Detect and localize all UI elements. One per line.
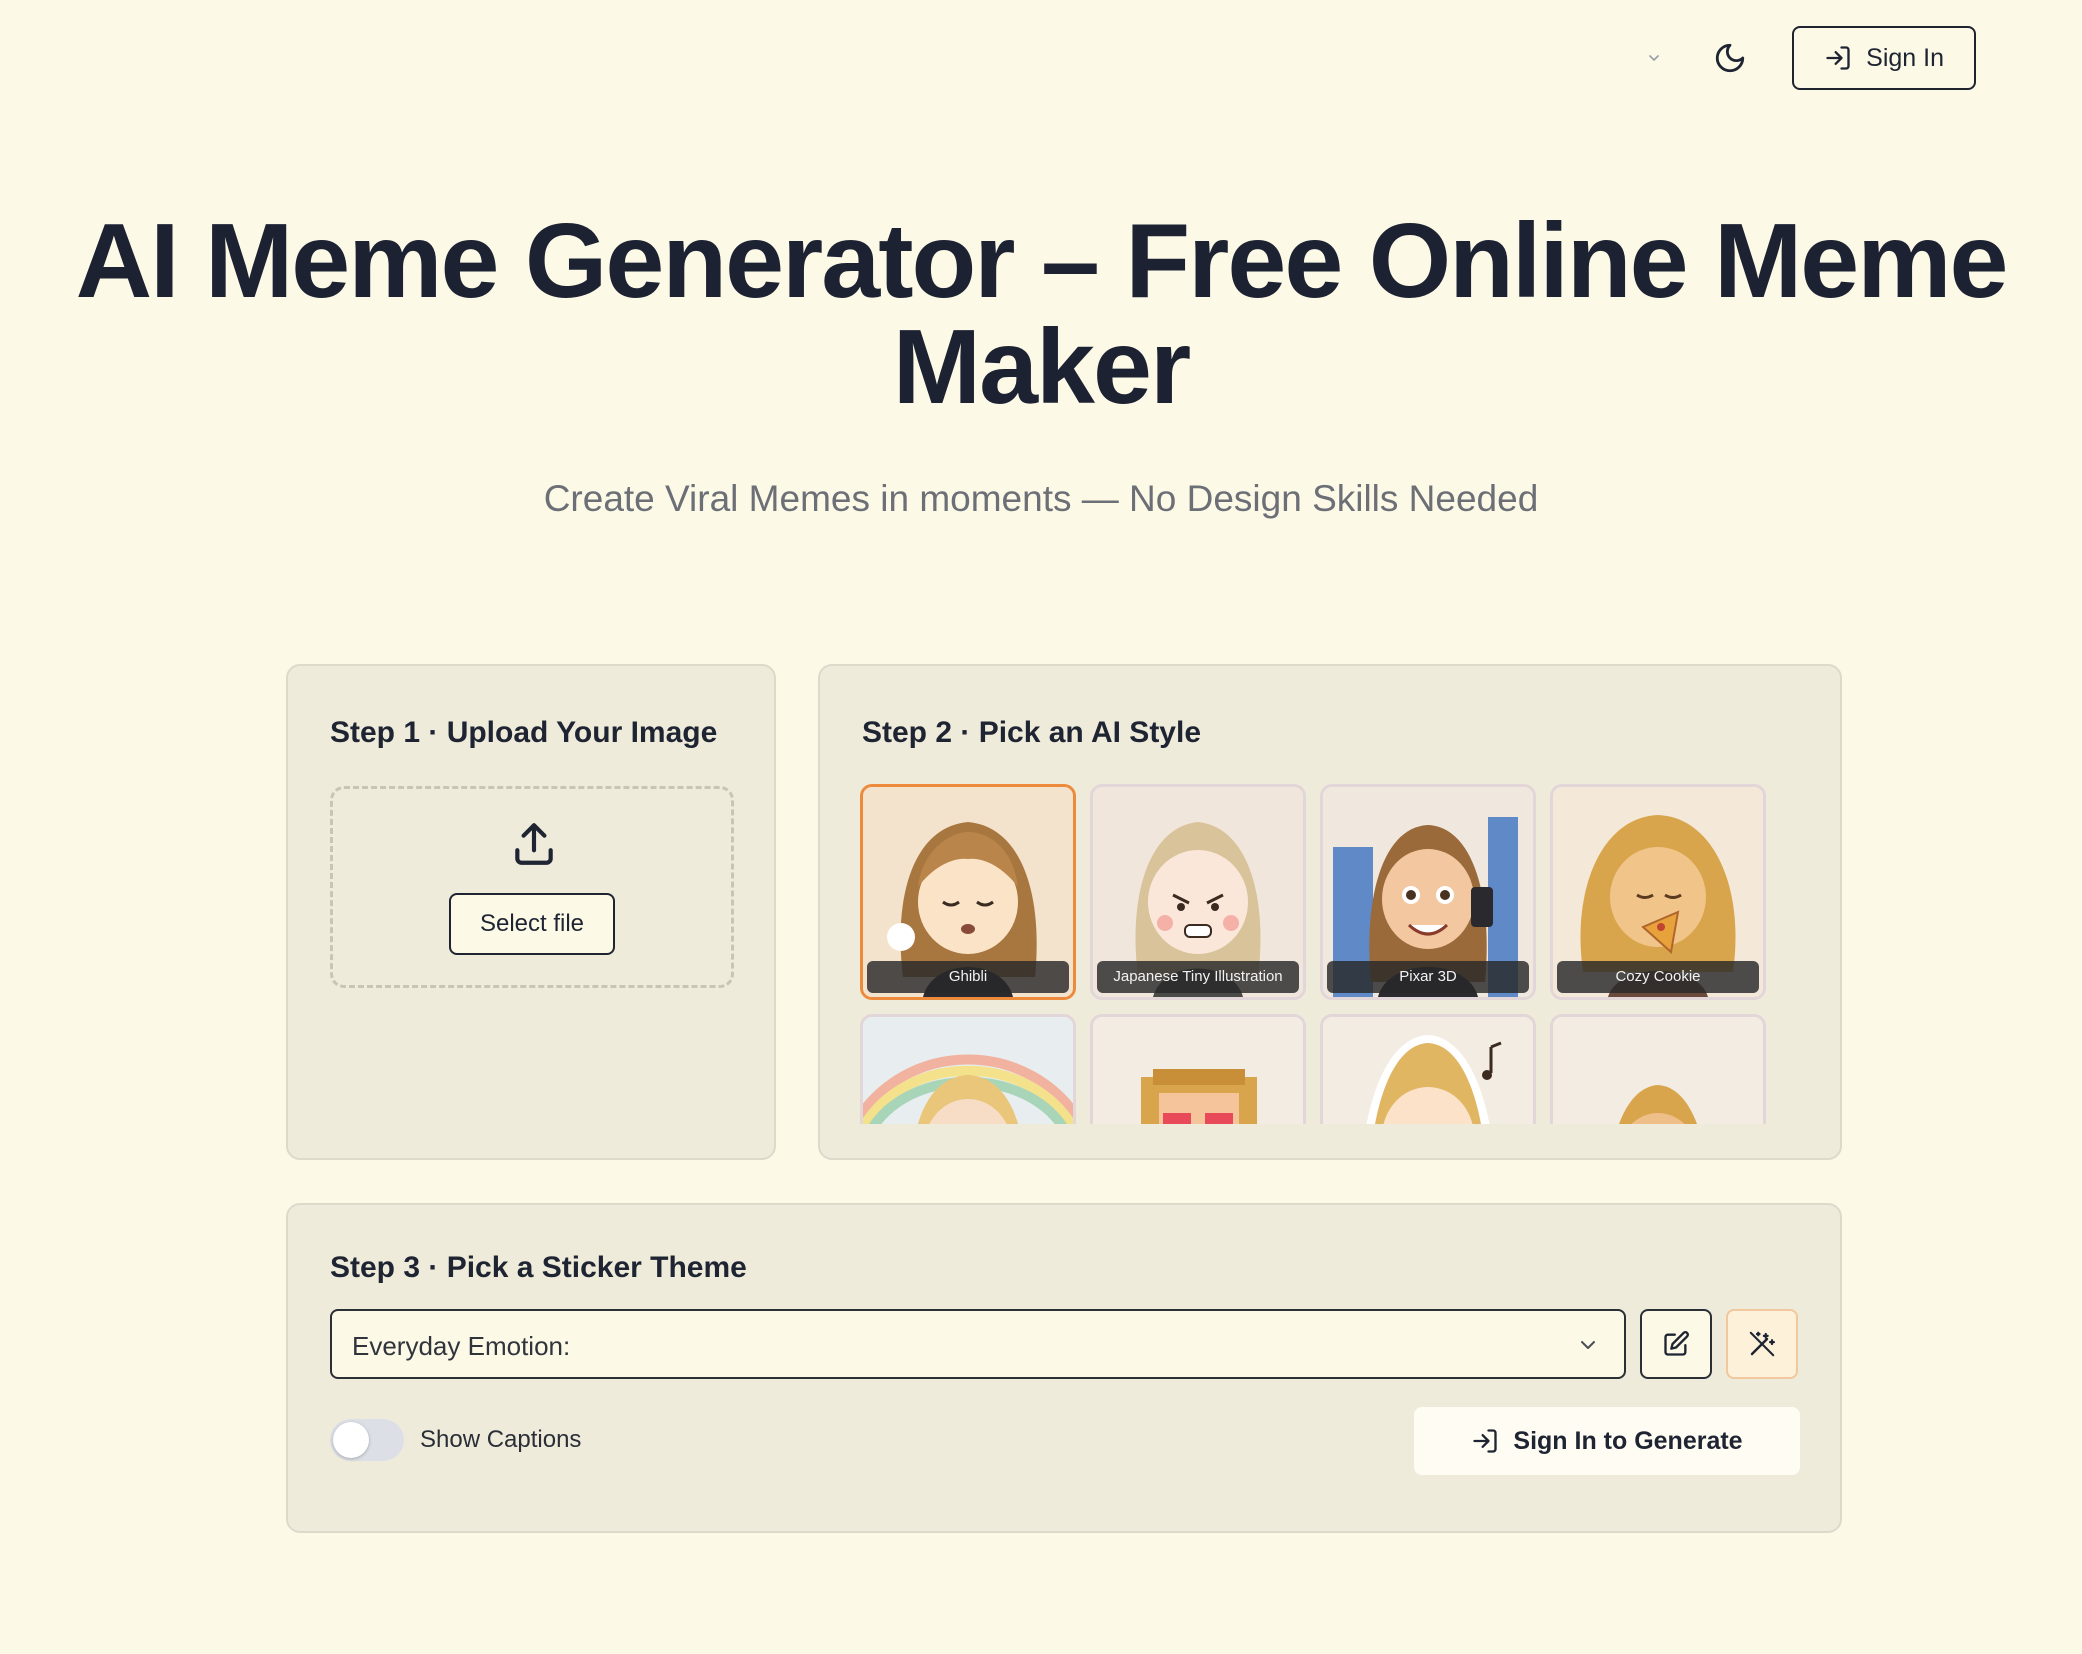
show-captions-label: Show Captions <box>420 1426 582 1453</box>
chevron-down-icon <box>1649 55 1659 61</box>
log-in-icon <box>1826 46 1850 70</box>
style-tile-5[interactable] <box>860 1014 1076 1124</box>
top-bar: Sign In <box>1640 26 1976 90</box>
magic-wand-icon <box>1749 1331 1775 1357</box>
sign-in-to-generate-button[interactable]: Sign In to Generate <box>1414 1407 1800 1475</box>
style-tile-7[interactable] <box>1320 1014 1536 1124</box>
moon-icon <box>1715 43 1745 73</box>
step1-card: Step 1 · Upload Your Image Select file <box>286 664 776 1160</box>
sticker-theme-select[interactable]: Everyday Emotion: <box>330 1309 1626 1379</box>
clay-style-thumbnail <box>1553 1017 1763 1124</box>
show-captions-toggle[interactable] <box>330 1419 404 1461</box>
style-tile-cozy-cookie[interactable]: Cozy Cookie <box>1550 784 1766 1000</box>
magic-wand-button[interactable] <box>1726 1309 1798 1379</box>
sticker-theme-value: Everyday Emotion: <box>352 1331 571 1361</box>
style-tile-ghibli[interactable]: Ghibli <box>860 784 1076 1000</box>
step2-title: Step 2 · Pick an AI Style <box>862 716 1202 749</box>
edit-theme-button[interactable] <box>1640 1309 1712 1379</box>
style-tile-japanese-tiny-illustration[interactable]: Japanese Tiny Illustration <box>1090 784 1306 1000</box>
theme-toggle-button[interactable] <box>1708 36 1752 80</box>
sticker-style-thumbnail <box>1323 1017 1533 1124</box>
style-label: Cozy Cookie <box>1557 961 1759 993</box>
language-dropdown[interactable] <box>1640 44 1668 72</box>
step1-title: Step 1 · Upload Your Image <box>330 716 718 749</box>
sign-in-button[interactable]: Sign In <box>1792 26 1976 90</box>
style-tile-pixar-3d[interactable]: Pixar 3D <box>1320 784 1536 1000</box>
generate-label: Sign In to Generate <box>1513 1426 1743 1455</box>
pixel-art-style-thumbnail <box>1093 1017 1303 1124</box>
page-title: AI Meme Generator – Free Online Meme Mak… <box>75 202 2009 426</box>
upload-icon <box>515 823 553 865</box>
log-in-icon <box>1473 1429 1498 1453</box>
style-label: Japanese Tiny Illustration <box>1097 961 1299 993</box>
step3-title: Step 3 · Pick a Sticker Theme <box>330 1251 747 1284</box>
style-label: Pixar 3D <box>1327 961 1529 993</box>
style-tile-6[interactable] <box>1090 1014 1306 1124</box>
page-subtitle: Create Viral Memes in moments — No Desig… <box>543 478 1539 519</box>
watercolor-style-thumbnail <box>863 1017 1073 1124</box>
upload-dropzone[interactable]: Select file <box>330 786 734 988</box>
toggle-knob <box>333 1422 369 1458</box>
select-file-button[interactable]: Select file <box>449 893 615 955</box>
style-label: Ghibli <box>867 961 1069 993</box>
style-tile-8[interactable] <box>1550 1014 1766 1124</box>
style-grid: Ghibli Japanese Tiny Illustration Pixar … <box>860 784 1800 1124</box>
step2-card: Step 2 · Pick an AI Style Ghibli Japanes… <box>818 664 1842 1160</box>
edit-icon <box>1664 1331 1689 1356</box>
step3-card: Step 3 · Pick a Sticker Theme Everyday E… <box>286 1203 1842 1533</box>
chevron-down-icon <box>1581 1341 1595 1349</box>
sign-in-label: Sign In <box>1866 43 1944 72</box>
